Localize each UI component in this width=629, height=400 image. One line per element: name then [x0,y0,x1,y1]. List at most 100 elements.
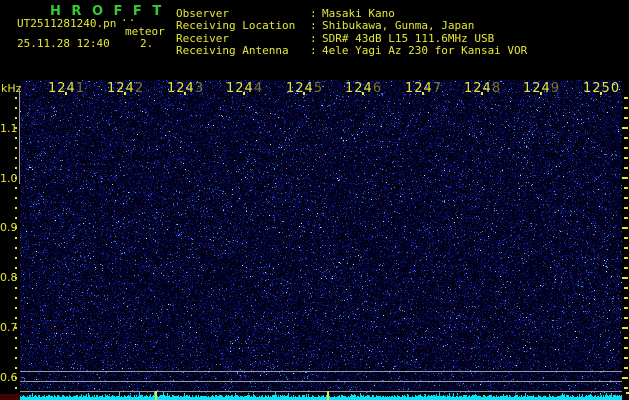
tick-mark [15,297,17,299]
tick-mark [15,247,17,249]
tick-mark [15,287,17,289]
tick-mark [624,147,628,149]
tick-mark [15,347,17,349]
info-row: Receiver: SDR# 43dB L15 111.6MHz USB [176,31,629,45]
tick-mark [362,92,364,95]
tick-mark [624,237,628,239]
timestamp: 25.11.28 12:40 [17,37,110,50]
tick-mark [15,207,17,209]
tick-mark [624,387,628,389]
info-colon: : [310,31,317,45]
counting-band-line [20,371,622,372]
tick-mark [15,317,17,319]
info-label: Observer [176,7,229,20]
tick-mark [624,317,628,319]
tick-mark [624,97,628,99]
info-colon: : [310,7,317,20]
tick-mark [15,307,17,309]
event-marker-line [327,391,329,400]
bottom-left-red-patch [0,394,20,400]
tick-mark [622,327,628,329]
tick-mark [624,357,628,359]
tick-mark [243,92,245,95]
tick-mark [15,357,17,359]
tick-mark [15,217,17,219]
tick-mark [622,177,628,179]
y-axis-label: 1.1 [0,122,18,135]
hrofft-spectrogram-screen: H R O F F T UT2511281240.pn ·· meteor 25… [0,0,629,400]
tick-mark [15,117,17,119]
y-axis-label: 1.0 [0,172,18,185]
info-label: Receiver [176,31,229,45]
counting-band-line [20,381,622,382]
y-axis-line [19,89,20,184]
event-marker-line [155,391,157,400]
tick-mark [15,177,17,179]
tick-mark [624,107,628,109]
info-colon: : [310,44,317,58]
tick-mark [624,367,628,369]
tick-mark [124,92,126,95]
info-value: SDR# 43dB L15 111.6MHz USB [322,31,495,45]
y-axis-label: 0.9 [0,221,18,234]
tick-mark [15,137,17,139]
info-value: Masaki Kano [322,7,395,20]
tick-mark [624,287,628,289]
tick-mark [15,337,17,339]
tick-mark [184,92,186,95]
tick-mark [303,92,305,95]
tick-mark [15,197,17,199]
info-row: Observer: Masaki Kano [176,7,629,20]
y-axis-label: 0.7 [0,321,18,334]
tick-mark [622,127,628,129]
info-value: 4ele Yagi Az 230 for Kansai VOR [322,44,528,58]
info-label: Receiving Location [176,19,296,33]
tick-mark [624,157,628,159]
tick-mark [15,257,17,259]
counting-band-line [20,391,622,392]
tick-mark [624,297,628,299]
y-axis-label: 0.6 [0,371,18,384]
info-row: Receiving Location: Shibukawa, Gunma, Jap… [176,19,629,33]
tick-mark [622,277,628,279]
tick-mark [624,307,628,309]
tick-mark [622,377,628,379]
tick-mark [624,117,628,119]
tick-mark [624,137,628,139]
tick-mark [15,157,17,159]
tick-mark [622,227,628,229]
info-row: Receiving Antenna:4ele Yagi Az 230 for K… [176,44,629,58]
tick-mark [65,92,67,95]
tick-mark [624,217,628,219]
tick-mark [624,247,628,249]
tick-mark [624,197,628,199]
tick-mark [624,207,628,209]
tick-mark [15,107,17,109]
progress-counter: 2. [140,37,154,50]
tick-mark [15,367,17,369]
tick-mark [15,227,17,229]
tick-mark [624,167,628,169]
info-label: Receiving Antenna [176,44,289,58]
tick-mark [15,327,17,329]
tick-mark [15,127,17,129]
tick-mark [15,267,17,269]
output-filename: UT2511281240.pn [17,17,117,30]
tick-mark [15,147,17,149]
spectrogram-canvas [20,80,622,400]
tick-mark [624,337,628,339]
tick-mark [624,187,628,189]
tick-mark [422,92,424,95]
tick-mark [15,387,17,389]
tick-mark [540,92,542,95]
tick-mark [15,187,17,189]
tick-mark [600,92,602,95]
tick-mark [481,92,483,95]
tick-mark [15,237,17,239]
y-axis-label: 0.8 [0,271,18,284]
tick-mark [624,267,628,269]
tick-mark [15,377,17,379]
tick-mark [15,277,17,279]
info-colon: : [310,19,317,33]
info-value: Shibukawa, Gunma, Japan [322,19,475,33]
